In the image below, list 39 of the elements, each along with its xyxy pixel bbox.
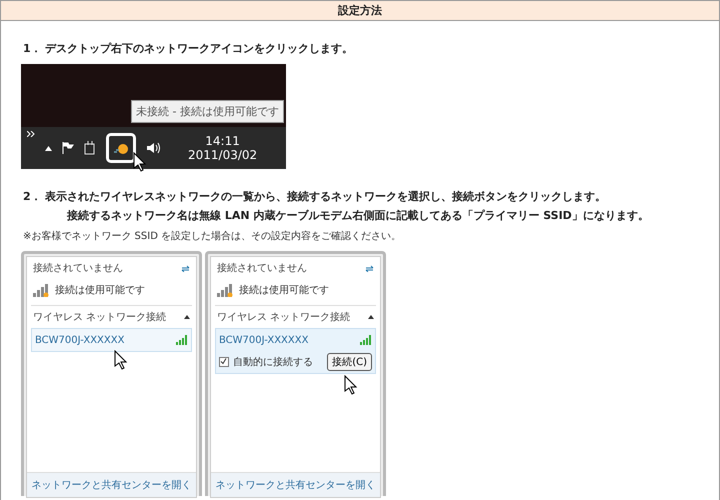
auto-connect-label: 自動的に接続する <box>233 356 314 369</box>
up-triangle-icon <box>45 146 52 150</box>
collapse-caret-icon[interactable] <box>184 315 190 319</box>
network-center-link[interactable]: ネットワークと共有センターを開く <box>216 478 376 492</box>
auto-connect-checkbox[interactable] <box>219 357 229 367</box>
mouse-pointer-icon <box>114 350 128 370</box>
clock-time: 14:11 <box>205 134 240 148</box>
availability-text: 接続は使用可能です <box>55 284 145 297</box>
signal-strength-icon <box>360 335 372 345</box>
refresh-icon[interactable] <box>365 264 374 272</box>
step-text: デスクトップ右下のネットワークアイコンをクリックします。 <box>45 41 353 56</box>
network-center-link[interactable]: ネットワークと共有センターを開く <box>32 478 192 492</box>
section-heading: ワイヤレス ネットワーク接続 <box>217 310 352 324</box>
speaker-icon <box>146 142 160 154</box>
header-title: 設定方法 <box>338 3 382 18</box>
network-name: BCW700J-XXXXXX <box>35 334 124 346</box>
collapse-caret-icon[interactable] <box>368 315 374 319</box>
connection-status: 接続されていません <box>217 262 308 275</box>
network-name: BCW700J-XXXXXX <box>219 334 308 346</box>
mouse-pointer-icon <box>344 375 358 395</box>
flag-icon <box>62 142 74 154</box>
clock-date: 2011/03/02 <box>188 148 258 162</box>
signal-bars-icon <box>217 283 235 297</box>
connect-button[interactable]: 接続(C) <box>327 353 372 371</box>
network-warning-icon <box>113 141 129 155</box>
tooltip: 未接続 - 接続は使用可能です <box>131 100 284 123</box>
connection-status: 接続されていません <box>33 262 124 275</box>
signal-bars-icon <box>33 283 51 297</box>
power-plug-icon <box>84 141 96 155</box>
step-text: 表示されたワイヤレスネットワークの一覧から、接続するネットワークを選択し、接続ボタンをクリックします。 <box>45 189 607 204</box>
refresh-icon[interactable] <box>181 264 190 272</box>
step-text: 接続するネットワーク名は無線 LAN 内蔵ケーブルモデム右側面に記載してある「プライマリー SSID」になります。 <box>67 208 649 223</box>
signal-strength-icon <box>176 335 188 345</box>
section-heading: ワイヤレス ネットワーク接続 <box>33 310 168 324</box>
availability-text: 接続は使用可能です <box>239 284 329 297</box>
chevron-icon <box>27 131 35 137</box>
step-number: 1． <box>23 41 43 56</box>
step-number: 2． <box>23 189 43 205</box>
note-text: ※お客様でネットワーク SSID を設定した場合は、その設定内容をご確認ください。 <box>23 230 402 243</box>
